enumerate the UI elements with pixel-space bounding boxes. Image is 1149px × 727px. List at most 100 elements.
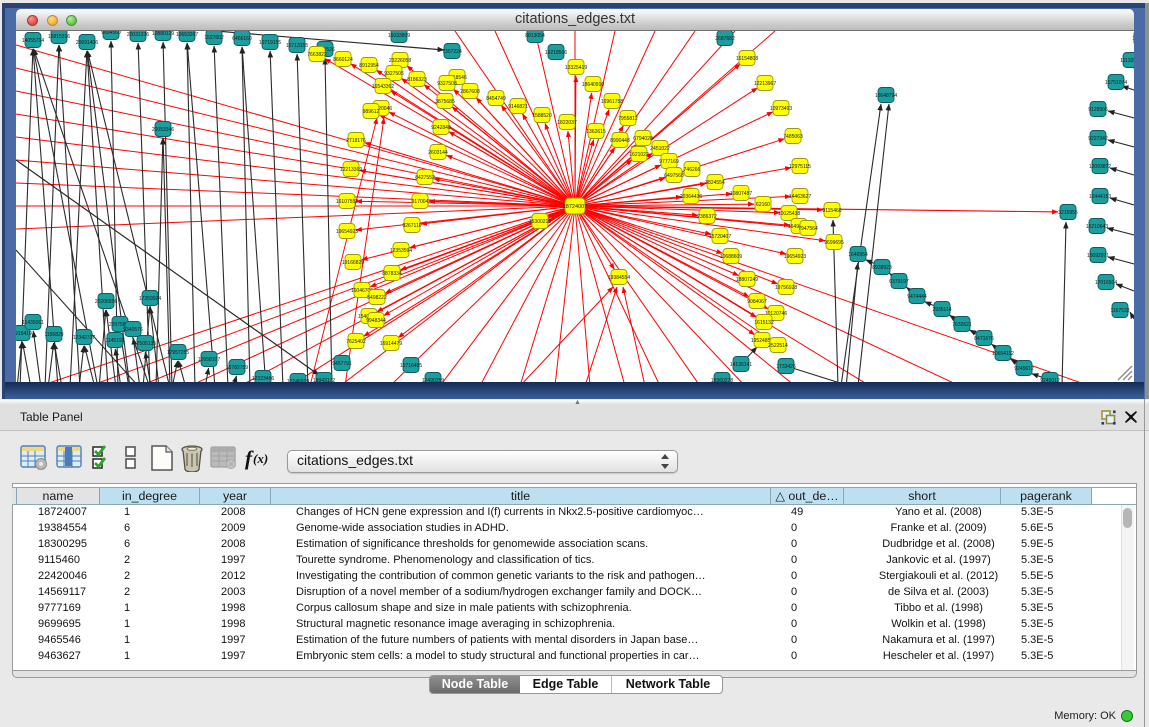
svg-text:18640910: 18640910 <box>582 82 604 88</box>
svg-text:8454749: 8454749 <box>486 96 506 102</box>
svg-text:16782759: 16782759 <box>226 365 248 371</box>
svg-text:7357224: 7357224 <box>442 49 462 55</box>
svg-text:6497568: 6497568 <box>664 173 684 179</box>
svg-text:10025438: 10025438 <box>778 211 800 217</box>
svg-text:2718176: 2718176 <box>346 138 366 144</box>
svg-text:19384554: 19384554 <box>608 275 630 281</box>
svg-text:19654923: 19654923 <box>784 254 806 260</box>
svg-text:19218506: 19218506 <box>545 50 567 56</box>
svg-text:746266: 746266 <box>684 167 701 173</box>
svg-text:9115460: 9115460 <box>822 208 841 214</box>
svg-text:9129906: 9129906 <box>1088 107 1108 113</box>
svg-text:20206556: 20206556 <box>95 299 117 305</box>
svg-text:8938923: 8938923 <box>872 265 892 271</box>
svg-text:1156829: 1156829 <box>44 332 63 338</box>
svg-text:6466160: 6466160 <box>232 36 252 42</box>
svg-text:19654923: 19654923 <box>336 229 358 235</box>
svg-text:9245012: 9245012 <box>1040 378 1060 382</box>
svg-text:2522514: 2522514 <box>768 343 788 349</box>
svg-text:9694560: 9694560 <box>101 31 121 36</box>
svg-text:9948344: 9948344 <box>366 318 386 324</box>
svg-text:10719155: 10719155 <box>259 40 281 46</box>
svg-text:7485063: 7485063 <box>783 134 803 140</box>
svg-text:9457791: 9457791 <box>332 361 352 367</box>
svg-text:2935114: 2935114 <box>932 307 951 313</box>
svg-text:16815316: 16815316 <box>48 34 70 40</box>
svg-text:1145193: 1145193 <box>105 338 124 344</box>
svg-text:20691406: 20691406 <box>76 40 98 46</box>
svg-text:10688609: 10688609 <box>720 254 742 260</box>
svg-text:18360278: 18360278 <box>711 378 733 382</box>
svg-text:20364436: 20364436 <box>680 194 702 200</box>
svg-text:9327508: 9327508 <box>437 81 457 87</box>
svg-text:7663822: 7663822 <box>307 52 327 58</box>
svg-text:12505135: 12505135 <box>134 341 156 347</box>
svg-text:1362615: 1362615 <box>586 129 606 135</box>
svg-text:10654112: 10654112 <box>992 351 1014 357</box>
svg-text:3215955: 3215955 <box>1058 210 1078 216</box>
svg-text:6379197: 6379197 <box>889 279 909 285</box>
svg-text:12975115: 12975115 <box>789 164 811 170</box>
svg-text:917004: 917004 <box>412 199 429 205</box>
svg-text:12342737: 12342737 <box>73 335 95 341</box>
svg-text:1588520: 1588520 <box>532 113 552 119</box>
svg-text:1167533: 1167533 <box>1110 308 1129 314</box>
svg-text:12444153: 12444153 <box>1089 194 1111 200</box>
svg-text:8660124: 8660124 <box>333 57 353 63</box>
svg-text:989612: 989612 <box>363 109 380 115</box>
svg-text:8813054: 8813054 <box>525 33 545 39</box>
svg-text:12213967: 12213967 <box>754 81 776 87</box>
svg-text:14136141: 14136141 <box>730 362 752 368</box>
svg-text:(x): (x) <box>253 451 268 466</box>
svg-text:23226058: 23226058 <box>389 58 411 64</box>
svg-text:18807249: 18807249 <box>736 277 758 283</box>
svg-text:10973493: 10973493 <box>770 106 792 112</box>
svg-text:16713155: 16713155 <box>286 43 308 49</box>
svg-text:16210643: 16210643 <box>1086 224 1108 230</box>
svg-text:2451022: 2451022 <box>650 146 670 152</box>
svg-text:2687682: 2687682 <box>715 36 735 42</box>
svg-text:1527602: 1527602 <box>204 35 224 41</box>
svg-text:1640954: 1640954 <box>848 252 868 258</box>
svg-text:7625402: 7625402 <box>346 339 366 345</box>
svg-text:7632621: 7632621 <box>952 322 972 328</box>
svg-text:12093872: 12093872 <box>1089 164 1111 170</box>
svg-text:9699695: 9699695 <box>824 240 844 246</box>
svg-text:9146821: 9146821 <box>508 104 528 110</box>
svg-text:16914479: 16914479 <box>380 341 402 347</box>
svg-text:62160: 62160 <box>756 202 770 208</box>
svg-text:19166829: 19166829 <box>342 260 364 266</box>
svg-text:2603144: 2603144 <box>428 150 448 156</box>
svg-text:18843172: 18843172 <box>313 378 335 382</box>
svg-text:8912954: 8912954 <box>359 63 379 69</box>
svg-text:3824554: 3824554 <box>705 180 725 186</box>
svg-text:15751074: 15751074 <box>1105 80 1127 86</box>
svg-text:20031236: 20031236 <box>127 32 149 38</box>
svg-text:9777169: 9777169 <box>659 159 679 165</box>
svg-text:16961758: 16961758 <box>601 99 623 105</box>
svg-text:3875685: 3875685 <box>435 99 455 105</box>
svg-text:8878334: 8878334 <box>382 271 402 277</box>
svg-text:9474444: 9474444 <box>907 294 927 300</box>
svg-text:16033809: 16033809 <box>388 33 410 39</box>
svg-text:7955812: 7955812 <box>618 116 638 122</box>
svg-text:17016504: 17016504 <box>1095 280 1117 286</box>
svg-text:15716485: 15716485 <box>400 363 422 369</box>
svg-text:3915419: 3915419 <box>16 331 32 337</box>
svg-text:9227342: 9227342 <box>1088 136 1108 142</box>
svg-text:12490259: 12490259 <box>422 378 444 382</box>
svg-text:14463627: 14463627 <box>789 194 811 200</box>
svg-text:1621022: 1621022 <box>629 152 649 158</box>
svg-text:12353594: 12353594 <box>390 248 412 254</box>
svg-text:15692971: 15692971 <box>1087 253 1109 259</box>
svg-text:9084067: 9084067 <box>747 299 767 305</box>
svg-text:8471676: 8471676 <box>974 336 994 342</box>
svg-text:17359924: 17359924 <box>139 296 161 302</box>
svg-text:10958107: 10958107 <box>198 357 220 363</box>
svg-text:17957255: 17957255 <box>167 350 189 356</box>
svg-text:14055714: 14055714 <box>22 38 44 44</box>
svg-text:9327505: 9327505 <box>384 71 404 77</box>
svg-text:11435061: 11435061 <box>22 320 44 326</box>
svg-text:12323466: 12323466 <box>252 376 274 382</box>
svg-text:6794028: 6794028 <box>633 136 653 142</box>
